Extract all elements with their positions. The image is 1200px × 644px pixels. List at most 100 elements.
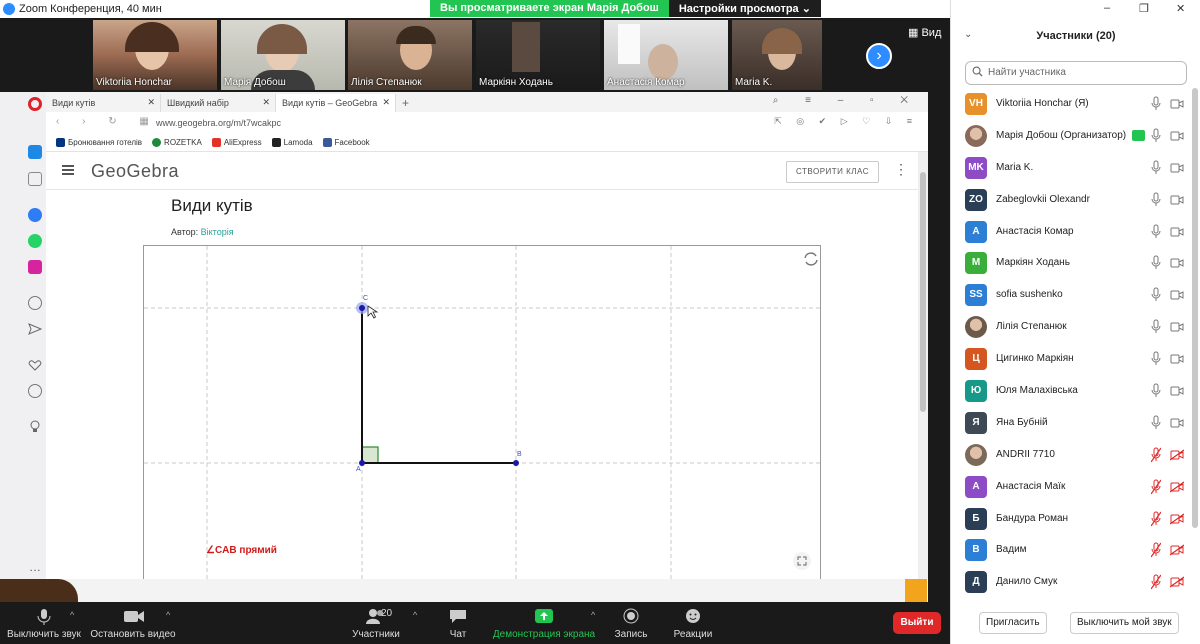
view-settings-button[interactable]: Настройки просмотра ⌄ — [668, 0, 821, 17]
menu-icon[interactable] — [62, 165, 74, 175]
invite-button[interactable]: Пригласить — [979, 612, 1047, 634]
close-tab-icon[interactable]: ✕ — [382, 97, 390, 108]
video-camera-icon[interactable] — [1170, 162, 1184, 174]
video-camera-icon[interactable] — [1170, 321, 1184, 333]
participant-row[interactable]: Я Яна Бубній — [951, 407, 1200, 439]
participant-row[interactable]: Ц Цигинко Маркіян — [951, 343, 1200, 375]
geogebra-applet[interactable]: C A B ∠CAB прямий — [143, 245, 821, 580]
microphone-icon[interactable] — [1151, 383, 1161, 399]
participant-row[interactable]: ANDRII 7710 — [951, 439, 1200, 471]
address-bar[interactable]: ‹ › ↻ ▦ www.geogebra.org/m/t7wcakpc ⇱ ◎ … — [46, 112, 928, 134]
bookmark-item[interactable]: ROZETKA — [152, 138, 202, 147]
nav-arrows-icon[interactable]: ‹ › ↻ ▦ — [56, 116, 159, 127]
video-tile[interactable]: Маркіян Ходань — [476, 20, 600, 90]
participant-row[interactable]: A Анастасія Комар — [951, 216, 1200, 248]
participant-row[interactable]: Лілія Степанюк — [951, 311, 1200, 343]
video-camera-icon[interactable] — [1170, 226, 1184, 238]
video-camera-icon[interactable] — [1170, 385, 1184, 397]
player-icon[interactable] — [28, 296, 42, 310]
video-camera-icon[interactable] — [1170, 417, 1184, 429]
participants-button[interactable]: 20 Участники — [348, 608, 404, 640]
participant-row[interactable]: M Маркіян Ходань — [951, 247, 1200, 279]
lightbulb-icon[interactable] — [28, 420, 42, 434]
video-off-icon[interactable] — [1170, 576, 1184, 588]
mic-muted-icon[interactable] — [1151, 479, 1161, 495]
close-tab-icon[interactable]: ✕ — [147, 97, 155, 108]
browser-tab[interactable]: Швидкий набір ✕ — [161, 94, 276, 112]
reactions-button[interactable]: Реакции — [670, 608, 716, 640]
close-tab-icon[interactable]: ✕ — [262, 97, 270, 108]
browser-tab[interactable]: Види кутів ✕ — [46, 94, 161, 112]
window-controls[interactable]: ⌕ ≡ – ▫ ✕ — [773, 95, 920, 106]
home-icon[interactable] — [28, 145, 42, 159]
more-options-icon[interactable]: ⋮ — [894, 161, 908, 178]
maximize-icon[interactable]: ❐ — [1139, 2, 1149, 15]
mic-muted-icon[interactable] — [1151, 447, 1161, 463]
microphone-icon[interactable] — [1151, 351, 1161, 367]
share-screen-button[interactable]: Демонстрация экрана — [492, 608, 596, 640]
video-options-chevron-icon[interactable]: ^ — [166, 610, 170, 620]
video-camera-icon[interactable] — [1170, 98, 1184, 110]
participant-row[interactable]: В Вадим — [951, 534, 1200, 566]
send-icon[interactable] — [28, 322, 43, 336]
video-tile[interactable]: Анастасія Комар — [604, 20, 728, 90]
participant-row[interactable]: VH Viktoriia Honchar (Я) — [951, 88, 1200, 120]
more-icon[interactable]: … — [29, 560, 41, 574]
address-tools-icon[interactable]: ⇱ ◎ ✔ ▷ ♡ ⇩ ≡ — [774, 116, 918, 127]
video-camera-icon[interactable] — [1170, 194, 1184, 206]
page-scrollbar[interactable] — [918, 152, 928, 579]
record-button[interactable]: Запись — [612, 608, 650, 640]
microphone-icon[interactable] — [1151, 96, 1161, 112]
microphone-icon[interactable] — [1151, 255, 1161, 271]
participant-row[interactable]: SS sofia sushenko — [951, 279, 1200, 311]
bookmark-item[interactable]: Бронювання готелів — [56, 138, 142, 147]
url-text[interactable]: www.geogebra.org/m/t7wcakpc — [156, 118, 281, 128]
microphone-icon[interactable] — [1151, 415, 1161, 431]
participant-row[interactable]: MK Maria K. — [951, 152, 1200, 184]
crypto-icon[interactable] — [28, 172, 42, 186]
geogebra-logo[interactable]: GeoGebra — [91, 161, 179, 182]
bookmark-item[interactable]: AliExpress — [211, 138, 262, 147]
participants-options-chevron-icon[interactable]: ^ — [413, 610, 417, 620]
mic-muted-icon[interactable] — [1151, 542, 1161, 558]
mute-options-chevron-icon[interactable]: ^ — [70, 610, 74, 620]
history-icon[interactable] — [28, 384, 42, 398]
bookmark-item[interactable]: Facebook — [322, 138, 370, 147]
video-tile[interactable]: Лілія Степанюк — [348, 20, 472, 90]
panel-scrollbar[interactable] — [1192, 88, 1198, 588]
participant-row[interactable]: Д Данило Смук — [951, 566, 1200, 598]
microphone-icon[interactable] — [1151, 287, 1161, 303]
new-tab-icon[interactable]: + — [402, 96, 409, 112]
microphone-icon[interactable] — [1151, 160, 1161, 176]
heart-icon[interactable] — [28, 358, 42, 372]
create-class-button[interactable]: СТВОРИТИ КЛАС — [786, 161, 879, 183]
participant-row[interactable]: A Анастасія Маїк — [951, 471, 1200, 503]
mic-muted-icon[interactable] — [1151, 511, 1161, 527]
whatsapp-icon[interactable] — [28, 234, 42, 248]
video-off-icon[interactable] — [1170, 481, 1184, 493]
video-camera-icon[interactable] — [1170, 353, 1184, 365]
chat-button[interactable]: Чат — [442, 608, 474, 640]
participant-row[interactable]: ZO Zabeglovkii Olexandr — [951, 184, 1200, 216]
participant-row[interactable]: Б Бандура Роман — [951, 503, 1200, 535]
participant-row[interactable]: Марія Добош (Организатор) — [951, 120, 1200, 152]
video-tile[interactable]: Марія Добош — [221, 20, 345, 90]
video-camera-icon[interactable] — [1170, 257, 1184, 269]
video-tile[interactable]: Maria K. — [732, 20, 822, 90]
video-camera-icon[interactable] — [1170, 289, 1184, 301]
microphone-icon[interactable] — [1151, 319, 1161, 335]
view-button[interactable]: ▦ Вид — [908, 26, 941, 39]
mic-muted-icon[interactable] — [1151, 574, 1161, 590]
minimize-icon[interactable]: – — [1104, 2, 1110, 14]
mute-me-button[interactable]: Выключить мой звук — [1070, 612, 1179, 634]
bookmark-item[interactable]: Lamoda — [271, 138, 313, 147]
microphone-icon[interactable] — [1151, 128, 1161, 144]
share-options-chevron-icon[interactable]: ^ — [591, 610, 595, 620]
instagram-icon[interactable] — [28, 260, 42, 274]
video-tile[interactable]: Viktoriia Honchar — [93, 20, 217, 90]
next-page-button[interactable]: › — [866, 43, 892, 69]
author-link[interactable]: Вікторія — [201, 227, 234, 237]
video-off-icon[interactable] — [1170, 513, 1184, 525]
participant-row[interactable]: Ю Юля Малахівська — [951, 375, 1200, 407]
microphone-icon[interactable] — [1151, 224, 1161, 240]
